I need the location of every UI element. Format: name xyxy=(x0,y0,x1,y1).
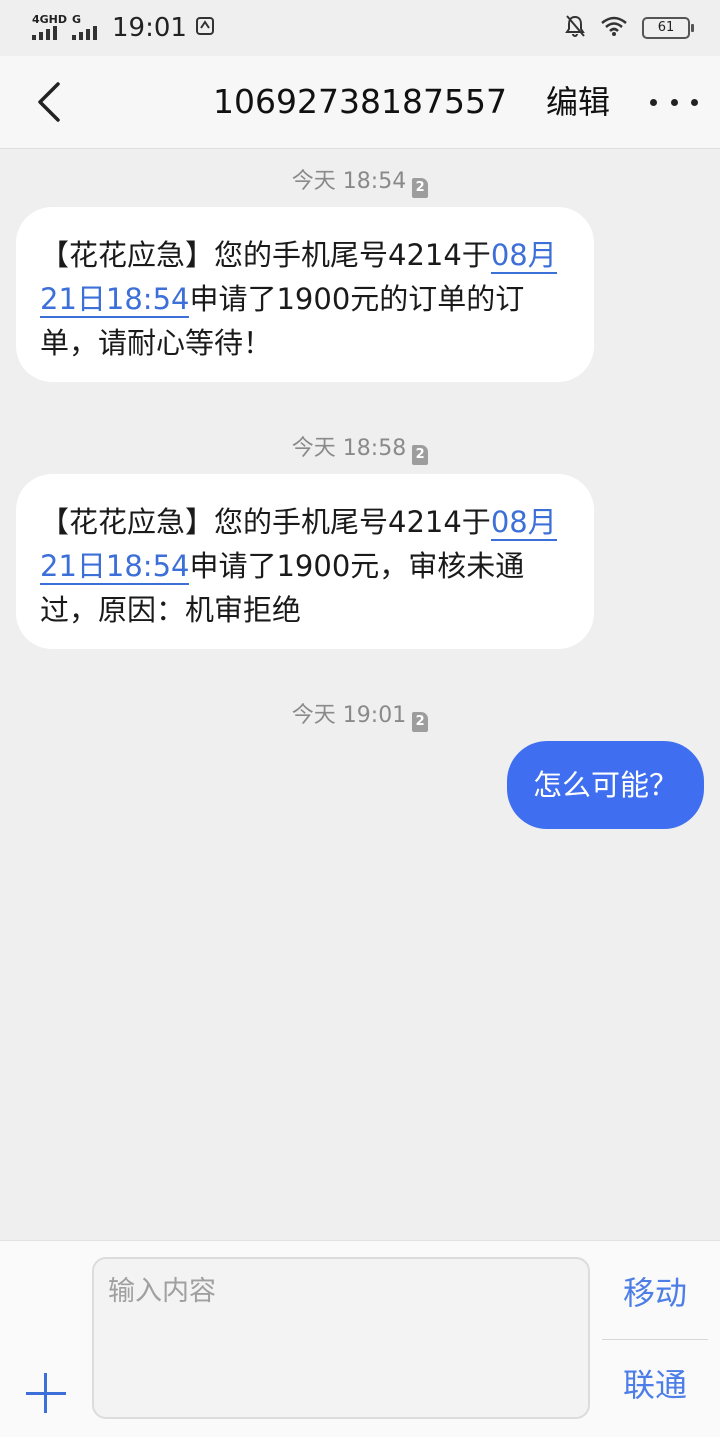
send-divider xyxy=(602,1339,708,1340)
battery-icon: 61 xyxy=(642,17,694,39)
chevron-left-icon xyxy=(38,82,60,122)
contact-number-title: 10692738187557 xyxy=(213,82,507,121)
timestamp-text: 今天 19:01 xyxy=(291,703,407,728)
send-sim2-button[interactable]: 联通 xyxy=(602,1345,708,1425)
add-attachment-button[interactable] xyxy=(26,1373,66,1413)
mute-bell-icon xyxy=(564,14,586,42)
timestamp-text: 今天 18:58 xyxy=(291,436,407,461)
message-timestamp: 今天 18:58 2 xyxy=(0,430,720,465)
message-timestamp: 今天 19:01 2 xyxy=(0,697,720,732)
message-text: 怎么可能？ xyxy=(532,768,678,802)
timestamp-text: 今天 18:54 xyxy=(291,169,407,194)
incoming-message-bubble[interactable]: 【花花应急】您的手机尾号4214于08月21日18:54申请了1900元，审核未… xyxy=(16,474,594,649)
sim2-network-label: G xyxy=(72,13,82,26)
signal-sim2-icon: G xyxy=(72,14,102,42)
back-button[interactable] xyxy=(30,80,70,124)
more-dot-icon xyxy=(691,98,698,106)
more-dot-icon xyxy=(670,98,678,106)
sim-badge-icon: 2 xyxy=(412,445,429,465)
message-input[interactable] xyxy=(92,1257,590,1419)
send-sim1-button[interactable]: 移动 xyxy=(602,1253,708,1333)
incoming-message-bubble[interactable]: 【花花应急】您的手机尾号4214于08月21日18:54申请了1900元的订单的… xyxy=(16,207,594,382)
status-right: 61 xyxy=(564,14,694,42)
status-bar: 4GHD G 19:01 61 xyxy=(0,0,720,56)
sim-badge-icon: 2 xyxy=(412,712,429,732)
conversation-header: 10692738187557 编辑 xyxy=(0,56,720,149)
notification-icon xyxy=(195,16,215,41)
signal-sim1-icon: 4GHD xyxy=(32,13,68,42)
outgoing-message-bubble[interactable]: 怎么可能？ xyxy=(506,741,704,829)
message-text: 【花花应急】您的手机尾号4214于 xyxy=(40,505,491,539)
status-time: 19:01 xyxy=(112,13,187,43)
more-dot-icon xyxy=(650,98,657,106)
wifi-icon xyxy=(600,15,628,41)
sim-badge-icon: 2 xyxy=(412,178,429,198)
message-composer: 移动 联通 xyxy=(0,1240,720,1437)
sim1-network-label: 4GHD xyxy=(32,13,68,26)
message-text: 【花花应急】您的手机尾号4214于 xyxy=(40,238,491,272)
status-left: 4GHD G 19:01 xyxy=(32,12,215,44)
edit-button[interactable]: 编辑 xyxy=(540,80,616,124)
message-timestamp: 今天 18:54 2 xyxy=(0,163,720,198)
more-options-button[interactable] xyxy=(650,86,698,118)
